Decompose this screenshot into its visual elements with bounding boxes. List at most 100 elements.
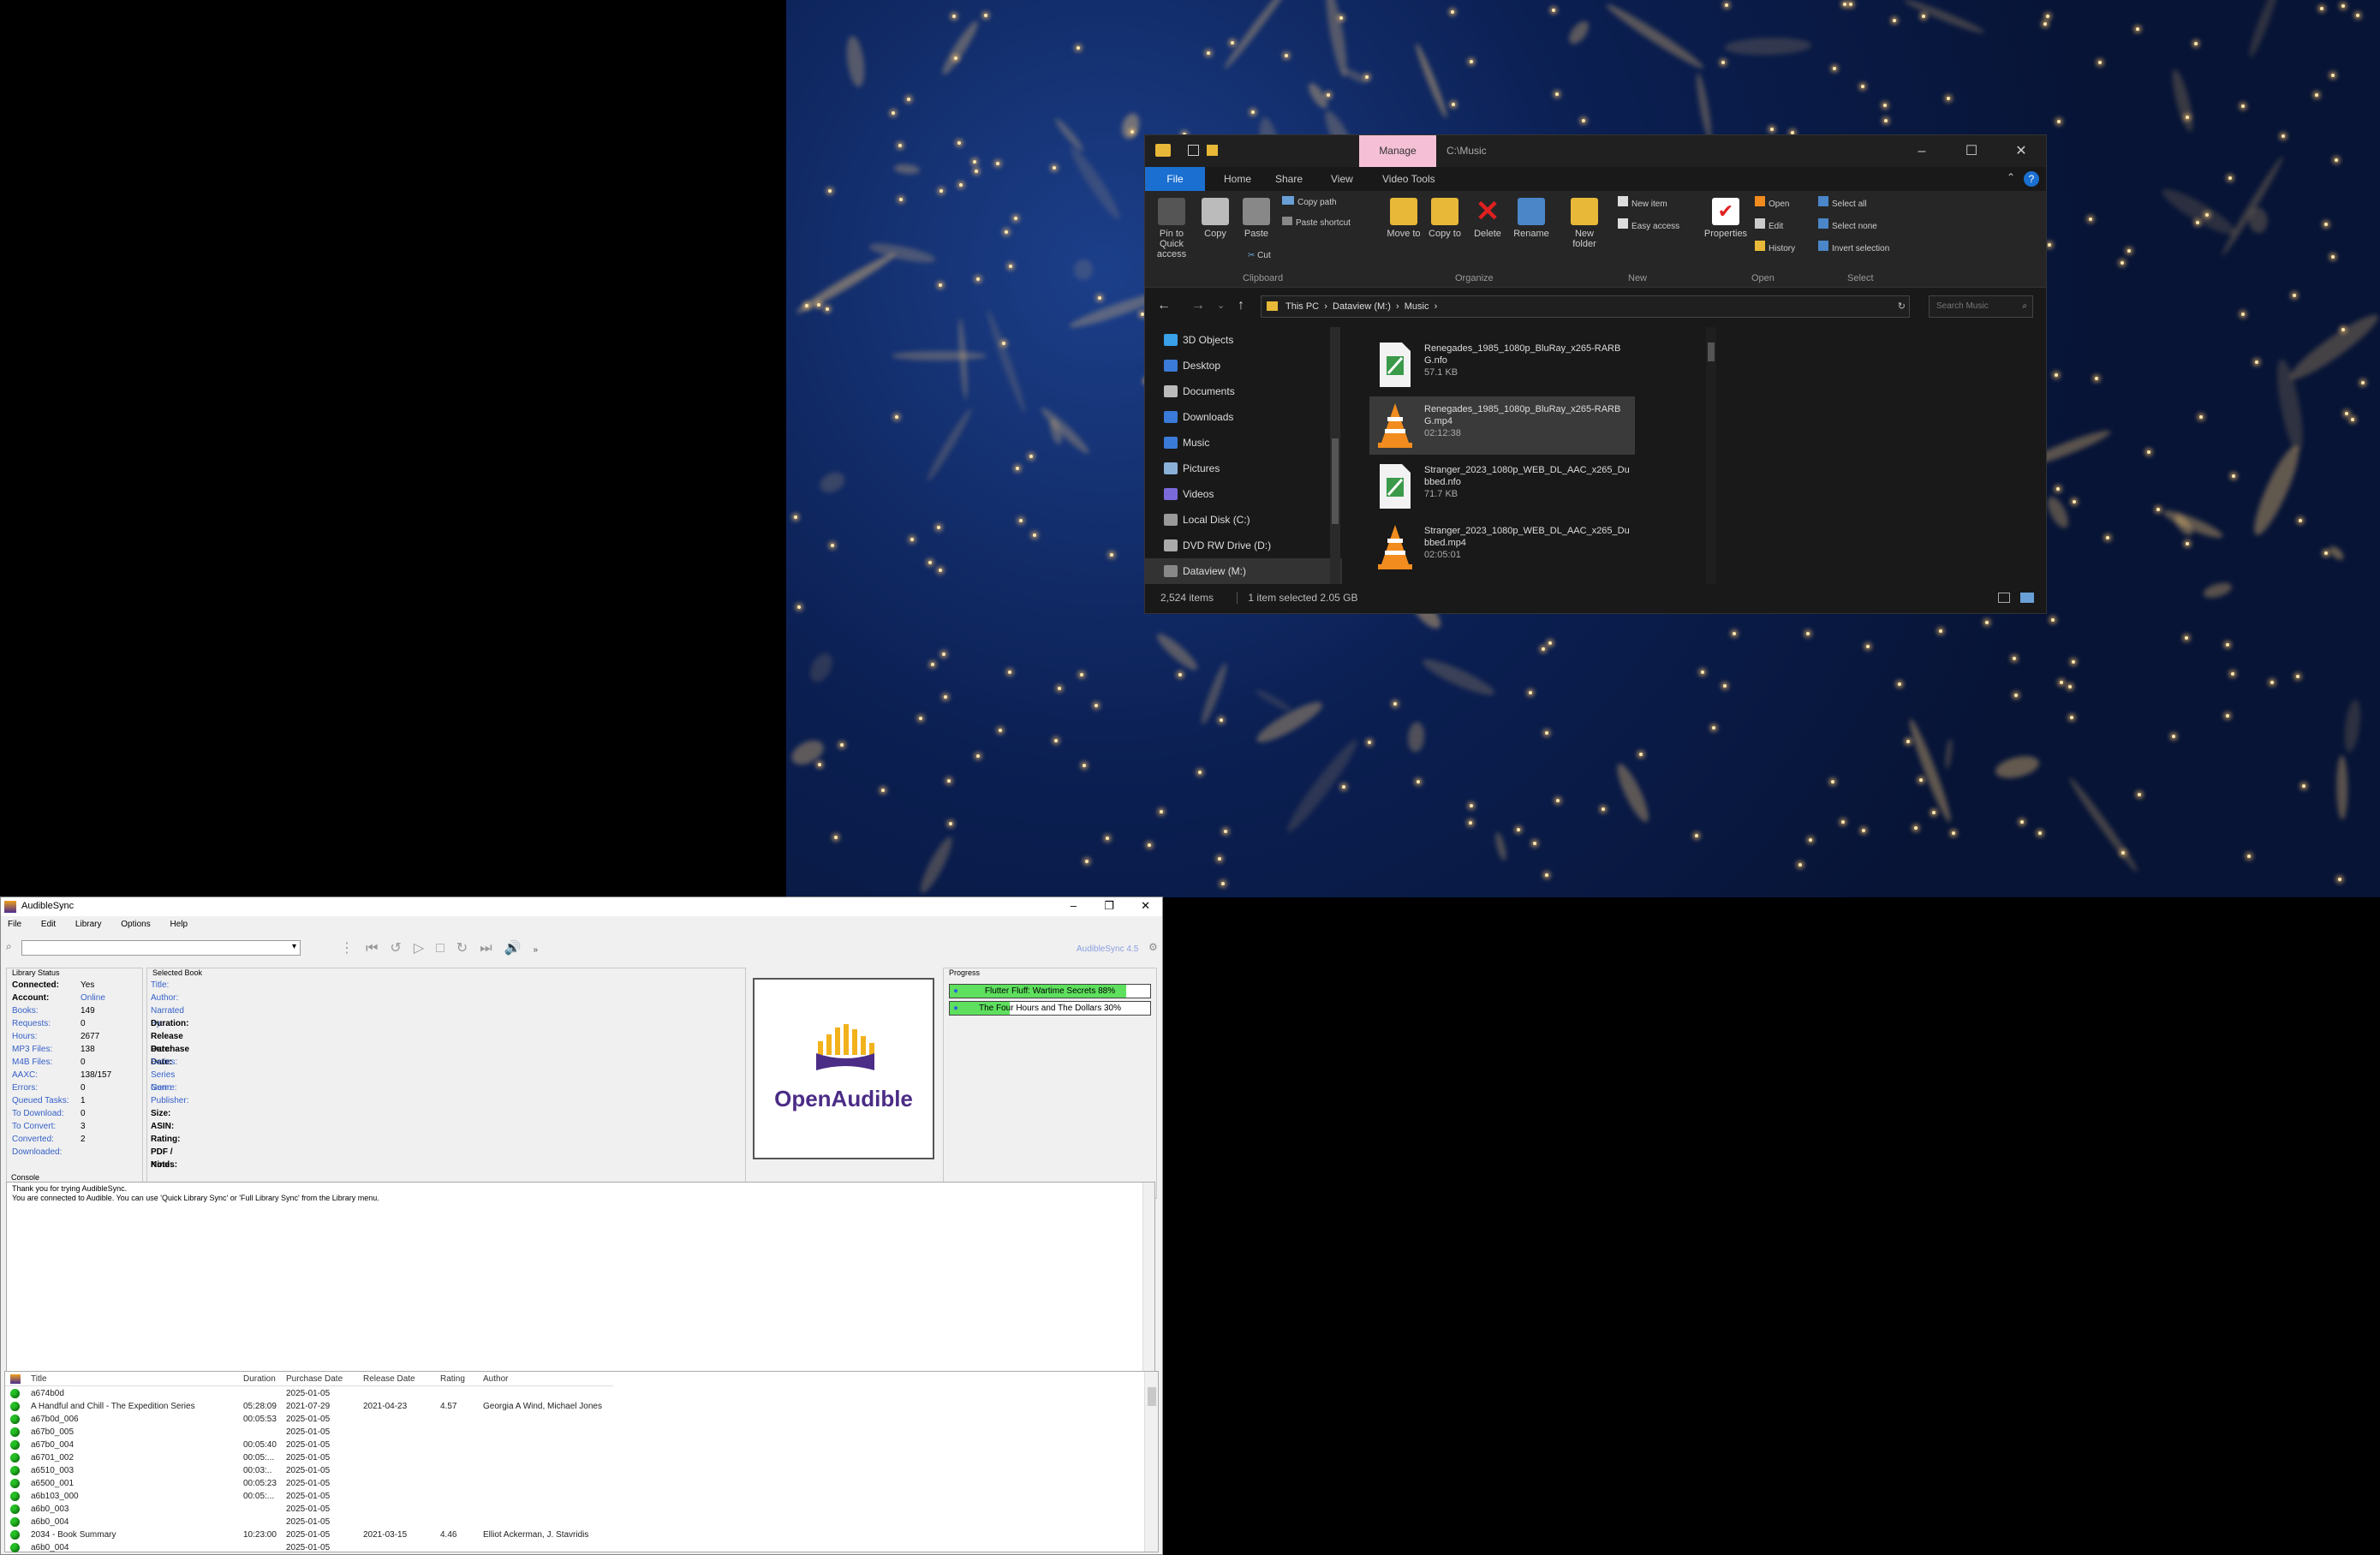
table-row[interactable]: a6701_002 00:05:... 2025-01-05 xyxy=(5,1451,613,1464)
select-all-button[interactable]: Select all xyxy=(1818,196,1867,209)
cancel-task-icon[interactable]: ● xyxy=(953,985,958,998)
easy-access-button[interactable]: Easy access xyxy=(1618,218,1679,231)
status-key[interactable]: Queued Tasks: xyxy=(12,1094,81,1107)
settings-icon[interactable]: ⚙ xyxy=(1148,941,1158,953)
nav-videos[interactable]: Videos xyxy=(1145,481,1342,507)
nav-scrollbar-thumb[interactable] xyxy=(1332,438,1339,524)
rename-button[interactable]: Rename xyxy=(1512,198,1551,239)
nav-documents[interactable]: Documents xyxy=(1145,378,1342,404)
menu-help[interactable]: Help xyxy=(170,920,188,929)
book-field-label[interactable]: Title: xyxy=(151,979,169,992)
status-key[interactable]: MP3 Files: xyxy=(12,1043,81,1056)
copy-path-button[interactable]: Copy path xyxy=(1282,196,1337,207)
copy-button[interactable]: Copy xyxy=(1198,198,1232,239)
collapse-ribbon-icon[interactable]: ⌃ xyxy=(2007,171,2015,183)
column-header-author[interactable]: Author xyxy=(483,1374,508,1384)
breadcrumb-this-pc[interactable]: This PC xyxy=(1285,301,1319,312)
nav-local-disk[interactable]: Local Disk (C:) xyxy=(1145,507,1342,533)
column-header-rating[interactable]: Rating xyxy=(440,1374,465,1384)
cut-button[interactable]: ✂ Cut xyxy=(1248,251,1271,260)
nav-3d-objects[interactable]: 3D Objects xyxy=(1145,327,1342,353)
edit-button[interactable]: Edit xyxy=(1755,218,1783,231)
move-to-button[interactable]: Move to xyxy=(1387,198,1421,239)
invert-selection-button[interactable]: Invert selection xyxy=(1818,241,1889,253)
status-key[interactable]: Requests: xyxy=(12,1017,81,1030)
help-icon[interactable]: ? xyxy=(2024,171,2039,187)
close-button[interactable]: ✕ xyxy=(1996,135,2046,167)
quick-access-save-icon[interactable] xyxy=(1188,145,1199,156)
refresh-icon[interactable]: ↻ xyxy=(1898,296,1906,317)
search-combo[interactable]: ▾ xyxy=(21,940,301,956)
forward-arrow-icon[interactable]: → xyxy=(1191,298,1205,313)
file-item[interactable]: Stranger_2023_1080p_WEB_DL_AAC_x265_Dubb… xyxy=(1369,457,1635,515)
up-arrow-icon[interactable]: ↑ xyxy=(1238,298,1244,313)
maximize-button[interactable]: ☐ xyxy=(1947,135,1996,167)
nav-dvd-drive[interactable]: DVD RW Drive (D:) xyxy=(1145,533,1342,558)
book-field-label[interactable]: Publisher: xyxy=(151,1094,188,1107)
menu-options[interactable]: Options xyxy=(121,920,150,929)
book-field-label[interactable]: Author: xyxy=(151,992,178,1004)
table-row[interactable]: a6b103_000 00:05:... 2025-01-05 xyxy=(5,1490,613,1503)
delete-button[interactable]: ✕ Delete xyxy=(1469,197,1506,239)
nav-desktop[interactable]: Desktop xyxy=(1145,353,1342,378)
column-header-purchase[interactable]: Purchase Date xyxy=(286,1374,343,1384)
status-key[interactable]: AAXC: xyxy=(12,1069,81,1081)
details-view-icon[interactable] xyxy=(1998,593,2010,603)
column-header-duration[interactable]: Duration xyxy=(243,1374,276,1384)
status-key[interactable]: Errors: xyxy=(12,1081,81,1094)
copy-to-button[interactable]: Copy to xyxy=(1428,198,1462,239)
manage-tab[interactable]: Manage xyxy=(1359,135,1436,167)
column-header-release[interactable]: Release Date xyxy=(363,1374,415,1384)
table-row[interactable]: A Handful and Chill - The Expedition Ser… xyxy=(5,1400,613,1413)
column-header-title[interactable]: Title xyxy=(31,1374,47,1384)
table-row[interactable]: a6b0_004 2025-01-05 xyxy=(5,1516,613,1528)
properties-button[interactable]: ✔ Properties xyxy=(1702,198,1750,239)
table-row[interactable]: a6500_001 00:05:23 2025-01-05 xyxy=(5,1477,613,1490)
chevron-down-icon[interactable]: ▾ xyxy=(292,942,296,951)
recent-chevron-icon[interactable]: ⌄ xyxy=(1217,300,1225,311)
file-list-scrollbar-thumb[interactable] xyxy=(1708,343,1715,361)
more-chevron-icon[interactable]: » xyxy=(534,945,551,955)
back-arrow-icon[interactable]: ← xyxy=(1157,298,1171,313)
cancel-task-icon[interactable]: ● xyxy=(953,1002,958,1015)
large-icons-view-icon[interactable] xyxy=(2020,593,2034,603)
address-bar[interactable]: This PC › Dataview (M:) › Music › ↻ xyxy=(1261,295,1910,318)
table-row[interactable]: a67b0_005 2025-01-05 xyxy=(5,1426,613,1439)
status-key[interactable]: Downloaded: xyxy=(12,1146,81,1159)
explorer-titlebar[interactable]: Manage C:\Music – ☐ ✕ xyxy=(1145,135,2046,167)
minimize-button[interactable]: – xyxy=(1071,899,1077,912)
nav-scrollbar[interactable] xyxy=(1330,327,1340,584)
table-row[interactable]: a6b0_004 2025-01-05 xyxy=(5,1541,613,1554)
rewind-30-icon[interactable]: ↺ xyxy=(390,941,413,956)
nav-dataview[interactable]: Dataview (M:) xyxy=(1145,558,1342,584)
status-key[interactable]: To Convert: xyxy=(12,1120,81,1133)
close-button[interactable]: ✕ xyxy=(1141,899,1150,913)
status-key[interactable]: Converted: xyxy=(12,1133,81,1146)
play-icon[interactable]: ▷ xyxy=(414,941,436,956)
prev-track-icon[interactable]: ⏮ xyxy=(366,941,390,956)
tab-home[interactable]: Home xyxy=(1214,167,1262,191)
restore-button[interactable]: ❐ xyxy=(1104,899,1114,913)
tab-view[interactable]: View xyxy=(1321,167,1363,191)
book-field-label[interactable]: Genre: xyxy=(151,1081,177,1094)
search-box[interactable]: Search Music ⌕ xyxy=(1929,295,2033,318)
book-field-label[interactable]: Series: xyxy=(151,1056,177,1069)
stop-icon[interactable]: □ xyxy=(436,941,456,956)
quick-access-folder-icon[interactable] xyxy=(1207,145,1218,156)
app-titlebar[interactable]: AudibleSync – ❐ ✕ xyxy=(1,897,1162,916)
table-row[interactable]: a67b0d_006 00:05:53 2025-01-05 xyxy=(5,1413,613,1426)
table-scrollbar-thumb[interactable] xyxy=(1148,1387,1156,1406)
select-none-button[interactable]: Select none xyxy=(1818,218,1877,231)
table-row[interactable]: a6b0_003 2025-01-05 xyxy=(5,1503,613,1516)
file-item[interactable]: Stranger_2023_1080p_WEB_DL_AAC_x265_Dubb… xyxy=(1369,518,1635,576)
tab-video-tools[interactable]: Video Tools xyxy=(1372,167,1446,191)
pin-quick-access-button[interactable]: Pin to Quick access xyxy=(1150,198,1193,259)
paste-shortcut-button[interactable]: Paste shortcut xyxy=(1282,217,1351,228)
status-key[interactable]: Books: xyxy=(12,1004,81,1017)
table-row[interactable]: a674b0d 2025-01-05 xyxy=(5,1387,613,1400)
status-key[interactable]: Hours: xyxy=(12,1030,81,1043)
minimize-button[interactable]: – xyxy=(1897,135,1947,167)
tab-file[interactable]: File xyxy=(1145,167,1205,191)
table-row[interactable]: a6510_003 00:03:.. 2025-01-05 xyxy=(5,1464,613,1477)
breadcrumb-music[interactable]: Music xyxy=(1405,301,1429,312)
